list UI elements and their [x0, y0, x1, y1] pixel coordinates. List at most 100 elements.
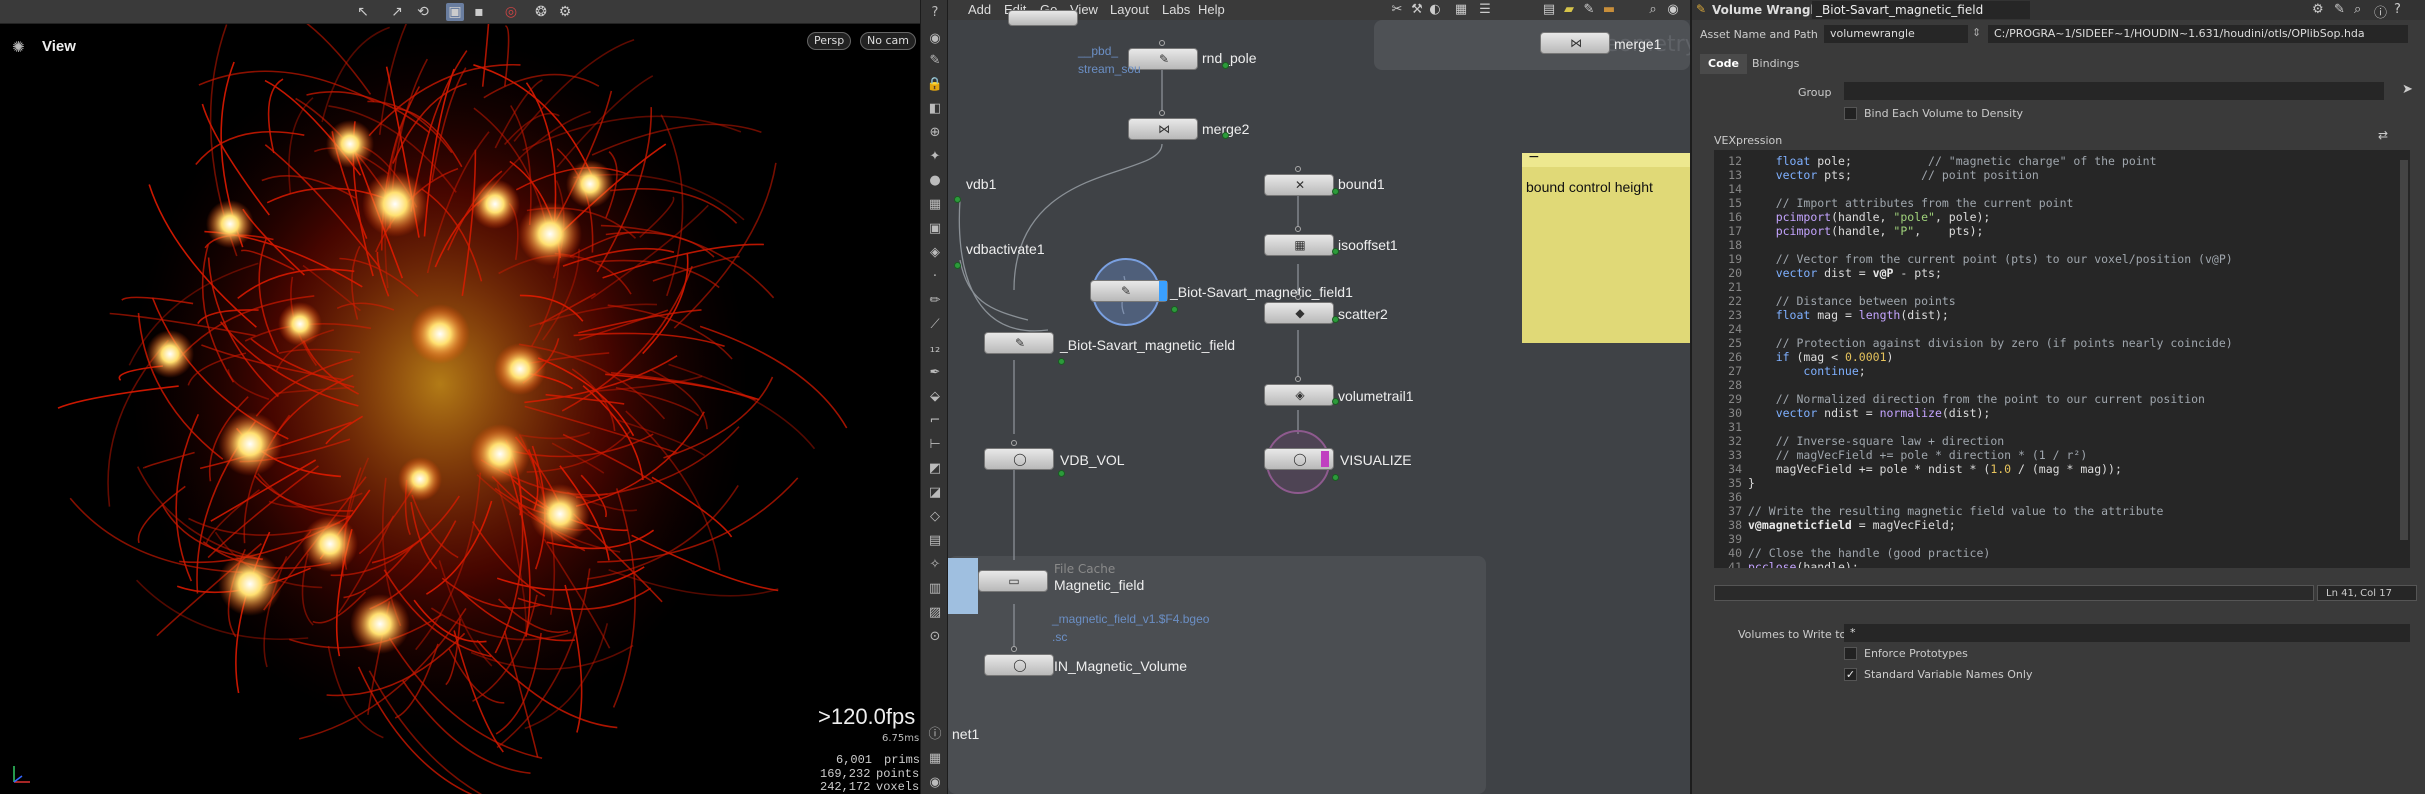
- volumes-field[interactable]: *: [1844, 624, 2410, 642]
- code-line[interactable]: 20 vector dist = v@P - pts;: [1714, 266, 1942, 280]
- code-vscroll[interactable]: [2400, 160, 2408, 540]
- stack-icon[interactable]: ◈: [926, 244, 944, 262]
- menu-add[interactable]: Add: [968, 2, 991, 17]
- bucket-icon[interactable]: ⬙: [926, 388, 944, 406]
- code-line[interactable]: 38 v@magneticfield = magVecField;: [1714, 518, 1956, 532]
- settings-icon[interactable]: ⚙: [556, 3, 574, 21]
- wireframe-icon[interactable]: ◩: [926, 460, 944, 478]
- code-line[interactable]: 18: [1714, 238, 1748, 252]
- group-arrow-icon[interactable]: ➤: [2402, 82, 2413, 97]
- code-line[interactable]: 34 magVecField += pole * ndist * (1.0 / …: [1714, 462, 2122, 476]
- node-biot-savart-field1[interactable]: ✎: [1090, 280, 1168, 302]
- vex-menu-icon[interactable]: ⇄: [2378, 128, 2388, 142]
- output-dot[interactable]: [954, 262, 961, 269]
- input-dot[interactable]: [1159, 40, 1165, 46]
- transform-tool-icon[interactable]: ↗: [388, 3, 406, 21]
- code-line[interactable]: 36: [1714, 490, 1748, 504]
- node-scatter2[interactable]: ◆: [1264, 302, 1334, 324]
- box-tool-icon[interactable]: ▬: [1600, 1, 1618, 19]
- input-dot[interactable]: [1011, 646, 1017, 652]
- pencil-icon[interactable]: ✎: [1580, 1, 1598, 19]
- display-tool-icon[interactable]: ▣: [446, 3, 464, 21]
- asset-name-field[interactable]: volumewrangle: [1824, 25, 1968, 43]
- light-icon[interactable]: ✦: [926, 148, 944, 166]
- paint-icon[interactable]: ⟋: [926, 316, 944, 334]
- output-dot[interactable]: [1222, 62, 1229, 69]
- enforce-prototypes-checkbox[interactable]: [1844, 647, 1857, 660]
- code-line[interactable]: 33 // magVecField += pole * direction * …: [1714, 448, 2087, 462]
- node-in-magnetic-volume[interactable]: ◯: [984, 654, 1054, 676]
- sticky-note-titlebar[interactable]: −: [1522, 149, 1690, 167]
- code-line[interactable]: 19 // Vector from the current point (pts…: [1714, 252, 2233, 266]
- palette-icon[interactable]: ◐: [1426, 1, 1444, 19]
- code-line[interactable]: 17 pcimport(handle, "P", pts);: [1714, 224, 1983, 238]
- output-dot[interactable]: [1332, 316, 1339, 323]
- code-line[interactable]: 26 if (mag < 0.0001): [1714, 350, 1893, 364]
- code-line[interactable]: 21: [1714, 280, 1748, 294]
- sphere-icon[interactable]: ●: [926, 172, 944, 190]
- bind-each-checkbox[interactable]: [1844, 107, 1857, 120]
- layout-icon[interactable]: ▦: [926, 750, 944, 768]
- pen-icon[interactable]: ✒: [926, 364, 944, 382]
- grid-icon[interactable]: ▦: [926, 196, 944, 214]
- snap-icon[interactable]: ⊕: [926, 124, 944, 142]
- code-line[interactable]: 16 pcimport(handle, "pole", pole);: [1714, 210, 1990, 224]
- node-merge1[interactable]: ⋈: [1540, 32, 1610, 54]
- node-name-field[interactable]: _Biot-Savart_magnetic_field: [1812, 1, 2030, 19]
- code-line[interactable]: 30 vector ndist = normalize(dist);: [1714, 406, 1990, 420]
- wand-icon[interactable]: ✧: [926, 556, 944, 574]
- code-line[interactable]: 28: [1714, 378, 1748, 392]
- code-line[interactable]: 13 vector pts; // point position: [1714, 168, 2039, 182]
- code-line[interactable]: 40 // Close the handle (good practice): [1714, 546, 1990, 560]
- select-tool-icon[interactable]: ↖: [354, 3, 372, 21]
- code-line[interactable]: 12 float pole; // "magnetic charge" of t…: [1714, 154, 2156, 168]
- help-icon[interactable]: ?: [926, 4, 944, 22]
- grid-view-icon[interactable]: ▦: [1452, 1, 1470, 19]
- measure-icon[interactable]: ⌐: [926, 412, 944, 430]
- tool-icon[interactable]: ✎: [926, 52, 944, 70]
- wrench-icon[interactable]: ⚒: [1408, 1, 1426, 19]
- code-line[interactable]: 15 // Import attributes from the current…: [1714, 196, 2073, 210]
- output-dot[interactable]: [954, 196, 961, 203]
- network-editor[interactable]: Geometry Add Edit Go View: [948, 0, 1690, 794]
- node-merge2[interactable]: ⋈: [1128, 118, 1198, 140]
- node-top-partial[interactable]: [1008, 10, 1078, 26]
- pin-icon[interactable]: ⊙: [926, 628, 944, 646]
- camera-view-icon[interactable]: ▣: [926, 220, 944, 238]
- output-dot[interactable]: [1058, 358, 1065, 365]
- display-flag-icon[interactable]: [1159, 281, 1167, 301]
- input-dot[interactable]: [1011, 440, 1017, 446]
- output-dot[interactable]: [1332, 188, 1339, 195]
- input-dot[interactable]: [1295, 166, 1301, 172]
- input-dot[interactable]: [1295, 376, 1301, 382]
- brush-param-icon[interactable]: ✎: [2334, 2, 2345, 17]
- node-visualize[interactable]: ◯: [1264, 448, 1334, 470]
- sticky-note[interactable]: − bound control height: [1522, 149, 1690, 343]
- camera-icon[interactable]: ◧: [926, 100, 944, 118]
- node-volumetrail1[interactable]: ◈: [1264, 384, 1334, 406]
- lock-icon[interactable]: 🔒: [926, 76, 944, 94]
- menu-labs[interactable]: Labs: [1162, 2, 1190, 17]
- ruler-icon[interactable]: ⊢: [926, 436, 944, 454]
- node-biot-savart-field[interactable]: ✎: [984, 332, 1054, 354]
- bounding-icon[interactable]: ◇: [926, 508, 944, 526]
- output-dot[interactable]: [1222, 132, 1229, 139]
- code-line[interactable]: 27 continue;: [1714, 364, 1866, 378]
- gear-icon[interactable]: ⚙: [2312, 2, 2324, 17]
- output-dot[interactable]: [1332, 474, 1339, 481]
- box-icon[interactable]: ▥: [926, 580, 944, 598]
- number-icon[interactable]: ₁₂: [926, 340, 944, 358]
- code-line[interactable]: 39: [1714, 532, 1748, 546]
- code-line[interactable]: 41 pcclose(handle);: [1714, 560, 1859, 568]
- node-bound1[interactable]: ✕: [1264, 174, 1334, 196]
- list-view-icon[interactable]: ☰: [1476, 1, 1494, 19]
- mesh-icon[interactable]: ▤: [926, 532, 944, 550]
- node-isooffset1[interactable]: ▦: [1264, 234, 1334, 256]
- node-vdb-vol[interactable]: ◯: [984, 448, 1054, 470]
- tools-icon[interactable]: ✂: [1388, 1, 1406, 19]
- code-line[interactable]: 29 // Normalized direction from the poin…: [1714, 392, 2205, 406]
- search-param-icon[interactable]: ⌕: [2354, 2, 2361, 17]
- snapshot-icon[interactable]: ▪: [470, 3, 488, 21]
- code-line[interactable]: 31: [1714, 420, 1748, 434]
- eye-icon[interactable]: ◉: [926, 30, 944, 48]
